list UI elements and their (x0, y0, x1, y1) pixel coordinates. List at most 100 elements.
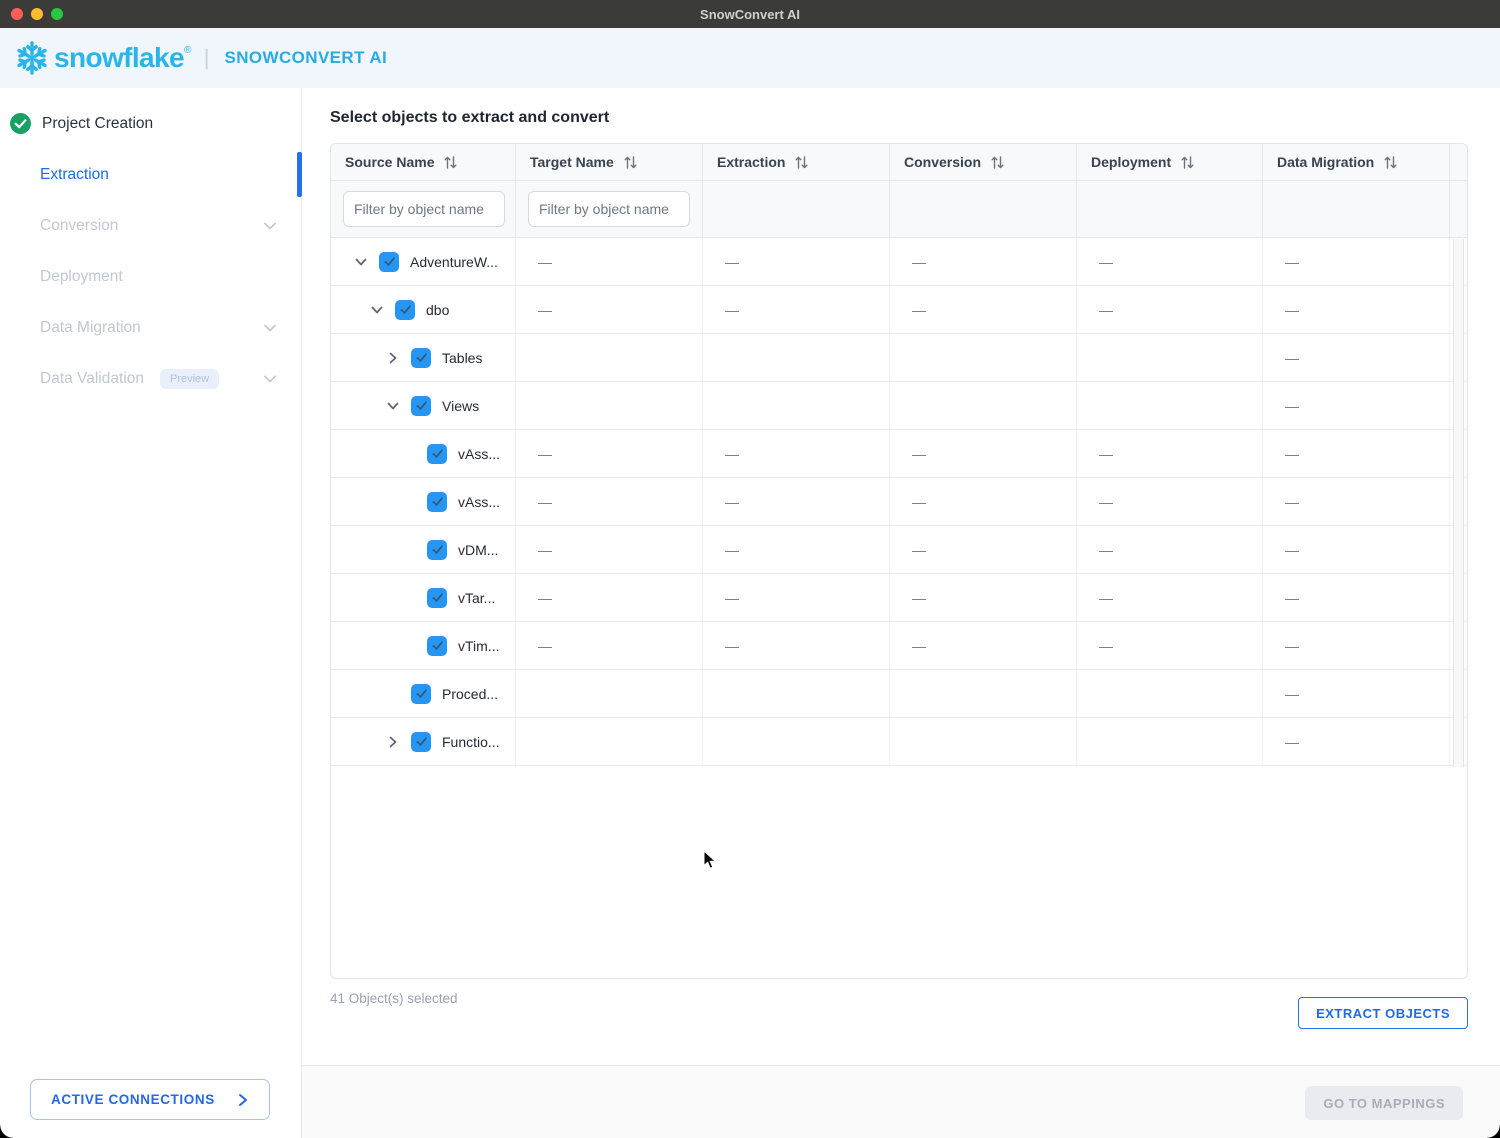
column-header[interactable]: Conversion (890, 144, 1077, 180)
status-cell: — (890, 622, 1077, 669)
active-connections-label: ACTIVE CONNECTIONS (51, 1092, 215, 1107)
status-cell: — (890, 478, 1077, 525)
expander-spacer (401, 494, 417, 510)
status-cell: — (1077, 622, 1263, 669)
status-cell: — (516, 478, 703, 525)
sort-icon[interactable] (1180, 155, 1195, 170)
row-label: vDM... (458, 542, 498, 558)
status-cell: — (703, 526, 890, 573)
row-label: AdventureW... (410, 254, 498, 270)
status-cell: — (1263, 478, 1450, 525)
row-label: Functio... (442, 734, 500, 750)
page-title: Select objects to extract and convert (330, 109, 609, 127)
sort-icon[interactable] (1383, 155, 1398, 170)
column-header-label: Conversion (904, 154, 981, 170)
go-to-mappings-button[interactable]: GO TO MAPPINGS (1305, 1086, 1463, 1120)
table-row: vTim...————— (331, 622, 1467, 670)
expander-spacer (401, 590, 417, 606)
row-checkbox[interactable] (427, 444, 447, 464)
column-header[interactable]: Target Name (516, 144, 703, 180)
status-cell: — (516, 622, 703, 669)
sidebar-item-label: Data Validation (40, 370, 144, 388)
status-cell (1077, 718, 1263, 765)
expander-chevron-down-icon[interactable] (369, 302, 385, 318)
expander-spacer (401, 638, 417, 654)
row-checkbox[interactable] (427, 540, 447, 560)
row-checkbox[interactable] (411, 732, 431, 752)
target-name-filter-input[interactable] (528, 191, 690, 227)
minimize-window-button[interactable] (31, 8, 43, 20)
status-cell: — (516, 526, 703, 573)
sort-icon[interactable] (623, 155, 638, 170)
table-row: dbo————— (331, 286, 1467, 334)
row-label: vTar... (458, 590, 495, 606)
row-label: Views (442, 398, 479, 414)
extract-objects-button[interactable]: EXTRACT OBJECTS (1298, 997, 1468, 1029)
row-label: Proced... (442, 686, 498, 702)
completed-check-icon (10, 113, 31, 134)
product-name: SNOWCONVERT AI (224, 48, 387, 68)
active-connections-button[interactable]: ACTIVE CONNECTIONS (30, 1079, 270, 1120)
snowflake-logo-icon (12, 38, 52, 78)
table-scrollbar[interactable] (1453, 239, 1464, 767)
sidebar-item-deployment[interactable]: Deployment (0, 251, 301, 302)
column-header[interactable]: Extraction (703, 144, 890, 180)
column-header-label: Target Name (530, 154, 614, 170)
expander-chevron-down-icon[interactable] (385, 398, 401, 414)
row-checkbox[interactable] (427, 492, 447, 512)
sidebar: Project Creation Extraction Conversion D… (0, 88, 302, 1138)
row-label: dbo (426, 302, 449, 318)
status-cell (703, 670, 890, 717)
status-cell: — (516, 574, 703, 621)
close-window-button[interactable] (11, 8, 23, 20)
table-header-row: Source Name Target Name Extraction Conversi… (331, 144, 1467, 181)
row-checkbox[interactable] (395, 300, 415, 320)
row-label: vTim... (458, 638, 499, 654)
column-header[interactable]: Data Migration (1263, 144, 1450, 180)
row-checkbox[interactable] (427, 588, 447, 608)
expander-spacer (385, 686, 401, 702)
zoom-window-button[interactable] (51, 8, 63, 20)
status-cell: — (1263, 286, 1450, 333)
sidebar-item-data-validation[interactable]: Data Validation Preview (0, 353, 301, 404)
expander-chevron-right-icon[interactable] (385, 734, 401, 750)
status-cell: — (1263, 382, 1450, 429)
source-name-filter-input[interactable] (343, 191, 505, 227)
sort-icon[interactable] (443, 155, 458, 170)
row-checkbox[interactable] (411, 684, 431, 704)
column-header-label: Data Migration (1277, 154, 1374, 170)
status-cell: — (1263, 574, 1450, 621)
sidebar-item-extraction[interactable]: Extraction (0, 149, 301, 200)
selected-count-text: 41 Object(s) selected (330, 991, 458, 1006)
table-row: AdventureW...————— (331, 238, 1467, 286)
row-checkbox[interactable] (427, 636, 447, 656)
status-cell: — (1077, 478, 1263, 525)
sidebar-item-label: Data Migration (40, 319, 141, 337)
row-checkbox[interactable] (379, 252, 399, 272)
window-titlebar: SnowConvert AI (0, 0, 1500, 28)
status-cell: — (1077, 526, 1263, 573)
column-header[interactable]: Deployment (1077, 144, 1263, 180)
row-checkbox[interactable] (411, 348, 431, 368)
status-cell (516, 334, 703, 381)
snowflake-wordmark: snowflake® (54, 42, 191, 74)
chevron-down-icon (263, 373, 277, 385)
window-title: SnowConvert AI (700, 7, 800, 22)
sort-icon[interactable] (794, 155, 809, 170)
expander-chevron-right-icon[interactable] (385, 350, 401, 366)
sidebar-item-conversion[interactable]: Conversion (0, 200, 301, 251)
status-cell: — (1263, 430, 1450, 477)
column-header[interactable]: Source Name (331, 144, 516, 180)
sidebar-item-project-creation[interactable]: Project Creation (0, 98, 301, 149)
chevron-down-icon (263, 220, 277, 232)
status-cell: — (890, 526, 1077, 573)
row-checkbox[interactable] (411, 396, 431, 416)
sidebar-item-data-migration[interactable]: Data Migration (0, 302, 301, 353)
sort-icon[interactable] (990, 155, 1005, 170)
status-cell: — (703, 286, 890, 333)
status-cell: — (890, 430, 1077, 477)
table-row: Views — (331, 382, 1467, 430)
expander-chevron-down-icon[interactable] (353, 254, 369, 270)
table-filter-row (331, 181, 1467, 238)
status-cell (890, 718, 1077, 765)
